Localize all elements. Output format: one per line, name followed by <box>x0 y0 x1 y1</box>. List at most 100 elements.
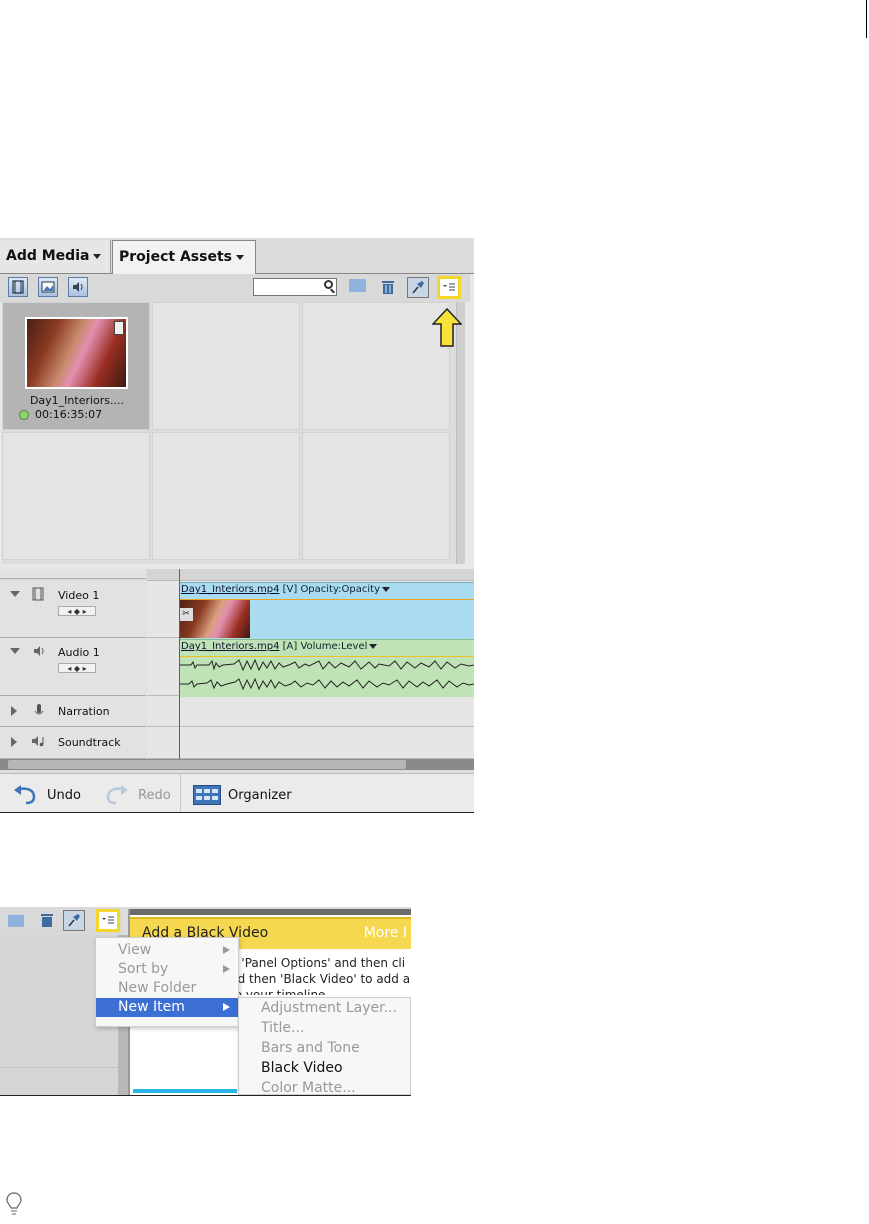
keyframe-nav[interactable]: ◂ ◆ ▸ <box>58 606 96 616</box>
submenu-item-label: Color Matte... <box>261 1080 356 1096</box>
undo-icon <box>14 785 36 805</box>
tab-add-media[interactable]: Add Media <box>0 240 111 273</box>
scissors-icon[interactable]: ✂ <box>179 608 193 621</box>
lightbulb-icon <box>6 1192 22 1215</box>
track-narration[interactable]: Narration <box>0 696 146 727</box>
waveform-right <box>179 677 474 691</box>
submenu-item-bars-and-tone[interactable]: Bars and Tone <box>239 1038 411 1058</box>
submenu-item-adjustment-layer[interactable]: Adjustment Layer... <box>239 998 411 1018</box>
image-filter-icon[interactable] <box>38 277 58 297</box>
pin-button[interactable] <box>407 277 429 298</box>
asset-duration: 00:16:35:07 <box>19 408 102 421</box>
audio-filter-icon[interactable] <box>68 277 88 297</box>
timeline-ruler[interactable] <box>147 569 474 581</box>
track-soundtrack[interactable]: Soundtrack <box>0 727 146 759</box>
speaker-icon <box>34 646 44 656</box>
asset-duration-text: 00:16:35:07 <box>35 408 103 421</box>
new-folder-icon[interactable] <box>349 279 366 292</box>
project-assets-panel: Add Media Project Assets Day1_Interiors.… <box>0 238 474 813</box>
pin-button[interactable] <box>63 910 85 931</box>
hint-line: n 'Panel Options' and then cli <box>230 956 406 970</box>
arrow-up-icon <box>432 308 462 347</box>
menu-item-view[interactable]: View <box>96 941 238 960</box>
menu-item-new-folder[interactable]: New Folder <box>96 979 238 998</box>
status-dot-icon <box>19 410 29 420</box>
tab-project-assets[interactable]: Project Assets <box>112 240 256 274</box>
track-audio-1[interactable]: Audio 1 ◂ ◆ ▸ <box>0 638 146 696</box>
undo-label: Undo <box>47 788 81 803</box>
organizer-icon <box>193 785 221 805</box>
search-icon-handle <box>330 288 335 294</box>
collapse-triangle-icon[interactable] <box>10 591 20 597</box>
submenu-item-label: Title... <box>261 1020 305 1036</box>
track-soundtrack-label: Soundtrack <box>58 736 121 749</box>
empty-tile <box>302 432 450 560</box>
track-narration-label: Narration <box>58 705 110 718</box>
more-info-link[interactable]: More I <box>364 925 407 941</box>
hint-line: nd then 'Black Video' to add a <box>230 972 411 986</box>
narration-lane[interactable] <box>147 696 474 727</box>
film-icon <box>32 587 44 601</box>
panel-tab-bar: Add Media Project Assets <box>0 238 474 274</box>
audio-clip[interactable]: Day1_Interiors.mp4 [A] Volume:Level <box>179 639 474 697</box>
assets-grid: Day1_Interiors.... 00:16:35:07 <box>2 302 458 564</box>
video-filter-icon[interactable] <box>8 277 28 297</box>
expand-triangle-icon[interactable] <box>11 737 17 747</box>
submenu-item-black-video[interactable]: Black Video <box>239 1058 411 1078</box>
menu-item-sort-by[interactable]: Sort by <box>96 960 238 979</box>
trash-icon[interactable] <box>381 279 394 294</box>
collapse-triangle-icon[interactable] <box>10 648 20 654</box>
submenu-arrow-icon <box>223 946 230 954</box>
search-input[interactable] <box>253 278 337 296</box>
new-item-submenu: Adjustment Layer... Title... Bars and To… <box>238 997 411 1095</box>
soundtrack-lane[interactable] <box>147 727 474 759</box>
submenu-item-color-matte[interactable]: Color Matte... <box>239 1078 411 1096</box>
undo-button[interactable]: Undo <box>12 783 82 807</box>
hint-line: to your timeline <box>230 988 326 995</box>
redo-button[interactable]: Redo <box>104 783 174 807</box>
organizer-button[interactable]: Organizer <box>193 783 303 807</box>
volume-line[interactable] <box>179 656 474 657</box>
empty-tile <box>152 302 300 430</box>
track-video-1[interactable]: Video 1 ◂ ◆ ▸ <box>0 581 146 638</box>
trash-icon[interactable] <box>40 912 54 928</box>
audio-clip-name: Day1_Interiors.mp4 <box>181 641 280 652</box>
chevron-down-icon[interactable] <box>382 586 391 592</box>
menu-item-new-item[interactable]: New Item <box>96 998 238 1017</box>
redo-label: Redo <box>138 788 171 803</box>
new-folder-icon[interactable] <box>8 915 24 927</box>
timeline: Video 1 ◂ ◆ ▸ Audio 1 ◂ ◆ ▸ Narration So… <box>0 569 474 775</box>
submenu-arrow-icon <box>223 1003 230 1011</box>
chevron-down-icon[interactable] <box>369 643 378 649</box>
submenu-item-title[interactable]: Title... <box>239 1018 411 1038</box>
pin-icon <box>68 914 80 927</box>
video-clip-label: Day1_Interiors.mp4 [V] Opacity:Opacity <box>181 584 391 595</box>
panel-options-icon <box>102 916 114 924</box>
asset-tile[interactable]: Day1_Interiors.... 00:16:35:07 <box>2 302 150 430</box>
expand-triangle-icon[interactable] <box>11 706 17 716</box>
selection-bar <box>133 1089 237 1093</box>
chevron-down-icon <box>235 254 244 260</box>
keyframe-nav[interactable]: ◂ ◆ ▸ <box>58 663 96 673</box>
empty-tile <box>302 302 450 430</box>
divider <box>180 774 181 812</box>
microphone-icon <box>34 704 44 715</box>
scrollbar-thumb[interactable] <box>8 760 406 769</box>
tab-add-media-label: Add Media <box>6 248 90 264</box>
submenu-item-label: Black Video <box>261 1060 343 1076</box>
panel-options-button[interactable] <box>437 276 461 299</box>
filmstrip-icon <box>114 321 124 335</box>
bottom-action-bar: Undo Redo Organizer <box>0 773 474 812</box>
panel-options-menu: View Sort by New Folder New Item <box>95 937 239 1027</box>
empty-tile <box>152 432 300 560</box>
submenu-arrow-icon <box>223 965 230 973</box>
panel-options-menu-view: Add a Black Video More I n 'Panel Option… <box>0 907 411 1096</box>
panel-options-icon <box>443 283 455 291</box>
menu-item-sort-by-label: Sort by <box>118 961 169 977</box>
panel-options-button[interactable] <box>96 909 120 932</box>
playhead[interactable] <box>179 569 180 769</box>
video-clip[interactable]: Day1_Interiors.mp4 [V] Opacity:Opacity ✂ <box>179 582 474 639</box>
timeline-scrollbar[interactable] <box>0 759 474 770</box>
timeline-ruler-head <box>0 569 146 579</box>
music-note-icon <box>32 736 44 747</box>
